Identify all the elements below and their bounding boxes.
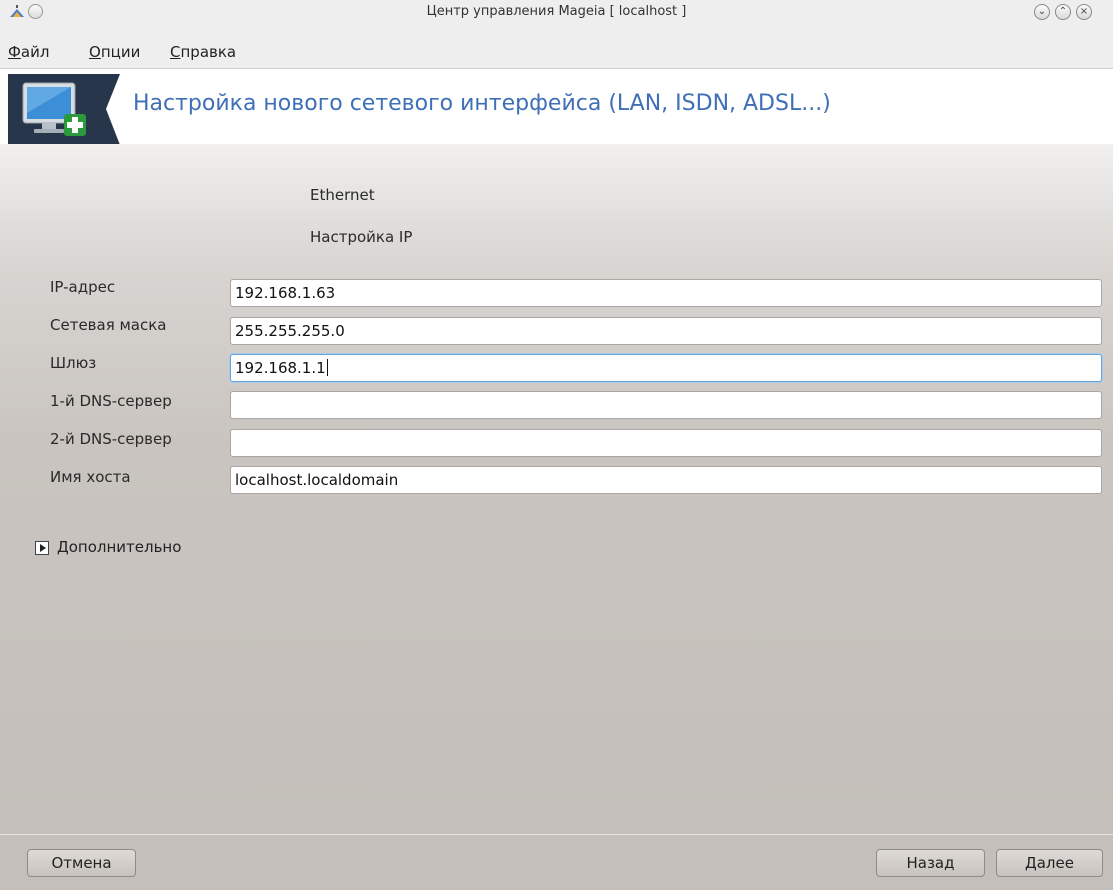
window-titlebar: Центр управления Mageia [ localhost ] ⌄ … bbox=[0, 0, 1113, 24]
cancel-button[interactable]: Отмена bbox=[27, 849, 136, 877]
netmask-label: Сетевая маска bbox=[50, 316, 167, 334]
dns2-label: 2-й DNS-сервер bbox=[50, 430, 172, 448]
hostname-value: localhost.localdomain bbox=[235, 471, 399, 489]
network-monitor-add-icon bbox=[22, 82, 86, 136]
chevron-down-icon: ⌄ bbox=[1037, 6, 1047, 17]
menu-help[interactable]: Справка bbox=[170, 43, 236, 61]
ip-address-label: IP-адрес bbox=[50, 278, 116, 296]
page-title: Настройка нового сетевого интерфейса (LA… bbox=[133, 91, 831, 116]
maximize-button[interactable]: ⌃ bbox=[1055, 4, 1071, 20]
menu-bar: Файл Опции Справка bbox=[0, 24, 1113, 68]
chevron-up-icon: ⌃ bbox=[1058, 6, 1068, 17]
gateway-value: 192.168.1.1 bbox=[235, 359, 326, 377]
back-button[interactable]: Назад bbox=[876, 849, 985, 877]
button-bar: Отмена Назад Далее bbox=[0, 834, 1113, 890]
next-button[interactable]: Далее bbox=[996, 849, 1103, 877]
netmask-input[interactable]: 255.255.255.0 bbox=[230, 317, 1102, 345]
hostname-label: Имя хоста bbox=[50, 468, 131, 486]
minimize-button[interactable]: ⌄ bbox=[1034, 4, 1050, 20]
netmask-value: 255.255.255.0 bbox=[235, 322, 345, 340]
dns1-input[interactable] bbox=[230, 391, 1102, 419]
header-icon-notch bbox=[106, 74, 120, 145]
hostname-input[interactable]: localhost.localdomain bbox=[230, 466, 1102, 494]
ip-address-input[interactable]: 192.168.1.63 bbox=[230, 279, 1102, 307]
section-title: Настройка IP bbox=[310, 228, 413, 246]
expand-arrow-icon bbox=[35, 541, 49, 555]
main-content: Ethernet Настройка IP IP-адрес 192.168.1… bbox=[0, 144, 1113, 834]
close-button[interactable]: × bbox=[1076, 4, 1092, 20]
close-icon: × bbox=[1079, 6, 1089, 17]
advanced-label: Дополнительно bbox=[57, 538, 182, 556]
window-title: Центр управления Mageia [ localhost ] bbox=[426, 4, 687, 19]
dns2-input[interactable] bbox=[230, 429, 1102, 457]
menu-options[interactable]: Опции bbox=[89, 43, 140, 61]
ip-address-value: 192.168.1.63 bbox=[235, 284, 336, 302]
gateway-label: Шлюз bbox=[50, 354, 97, 372]
gateway-input[interactable]: 192.168.1.1 bbox=[230, 354, 1102, 382]
text-caret bbox=[326, 359, 328, 376]
connection-type-label: Ethernet bbox=[310, 186, 375, 204]
dns1-label: 1-й DNS-сервер bbox=[50, 392, 172, 410]
page-header: Настройка нового сетевого интерфейса (LA… bbox=[0, 68, 1113, 145]
menu-file[interactable]: Файл bbox=[8, 43, 49, 61]
header-icon-panel bbox=[8, 74, 120, 145]
